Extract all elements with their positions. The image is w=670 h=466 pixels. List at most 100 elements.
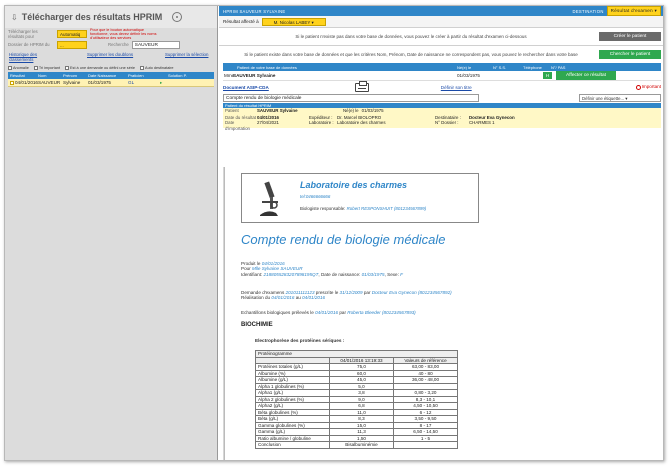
meta-row-patient: Patient SAUVEUR Sylvaine Né(e) le 01/03/… <box>223 108 661 113</box>
col-nss: N° S.S. <box>493 64 507 70</box>
produit-line: Produit le 04/01/2016 Pour Mlle Sylvaine… <box>241 261 403 277</box>
row-value: Bisalbuminémie <box>329 441 394 449</box>
section-title: BIOCHIMIE <box>241 322 273 328</box>
top-bar: HPRIM SAUVEUR SYLVAINE DESTINATION Résul… <box>219 6 663 16</box>
recherche-input[interactable]: SAUVEUR <box>131 40 180 49</box>
meta-dos-value: CHARMES 1 <box>469 120 495 126</box>
patient-naiss: 01/03/1975 <box>457 73 480 78</box>
col-praticien: Praticien <box>128 73 144 78</box>
download-icon: ⇩ <box>11 12 18 22</box>
printer-icon[interactable] <box>354 80 369 92</box>
biologist-name: Robert RESPONSHUIT (801234567899) <box>346 206 427 211</box>
create-row: Si le patient n'existe pas dans votre ba… <box>219 28 663 45</box>
meta-dos-key: N° Dossier : <box>435 120 459 126</box>
dossier-row: Dossier de HPRIM du ... Recherche SAUVEU… <box>5 39 217 50</box>
affecte-select[interactable]: M. Nicolas LABEY ▾ <box>261 17 326 26</box>
lab-biologist: Biologiste responsable: Robert RESPONSHU… <box>300 206 427 211</box>
logo-icon <box>172 12 183 22</box>
left-header: ⇩ Télécharger des résultats HPRIM <box>5 6 217 28</box>
important-toggle[interactable]: Important <box>635 84 661 90</box>
results-table-header: Résultat Nom Prénom Date Naissance Prati… <box>8 72 214 79</box>
meta-lab-value: Laboratoire des charmes <box>337 120 386 126</box>
table-row: Albumine (%) 60,0 40 - 80 <box>255 369 458 377</box>
meta-nele-key: Né(e) le <box>343 108 359 113</box>
check-auto[interactable]: Auto destinataire <box>140 66 174 70</box>
microscope-icon <box>260 181 278 216</box>
h-button[interactable]: H <box>543 72 552 79</box>
dossier-label: Dossier de HPRIM du <box>8 42 50 47</box>
results-table: Protéinogramme 04/01/2016 13:19:33 Valeu… <box>255 350 458 449</box>
right-panel: HPRIM SAUVEUR SYLVAINE DESTINATION Résul… <box>219 6 663 460</box>
table-row: Albumine (g/L) 45,0 36,00 - 48,00 <box>255 376 458 384</box>
meta-row-import: Date d'importation 27/04/2021 Laboratoir… <box>223 120 661 131</box>
define-title-link[interactable]: Définir son titre <box>441 85 472 90</box>
app-window: ⇩ Télécharger des résultats HPRIM Téléch… <box>4 5 664 461</box>
lab-tel[interactable]: tel:0466666666 <box>300 194 330 199</box>
telecharger-row: Télécharger les résultats pour Automatiq… <box>5 27 217 40</box>
left-links: Historique des classements Supprimer les… <box>5 50 217 64</box>
col-naissance: Date Naissance <box>88 73 117 78</box>
search-row: Si le patient existe dans votre base de … <box>219 46 663 63</box>
row-nom: SAUVEUR <box>38 80 61 85</box>
row-prenom: Sylvaine <box>63 80 81 85</box>
table-row: Conclusion Bisalbuminémie <box>255 441 458 449</box>
create-message: Si le patient n'existe pas dans votre ba… <box>295 34 527 39</box>
col-nele: Né(e) le <box>457 64 472 70</box>
document-viewer[interactable]: Laboratoire des charmes tel:0466666666 B… <box>223 167 661 460</box>
doc-title-input[interactable]: Compte rendu de biologie médicale <box>223 94 479 102</box>
check-tri[interactable]: Tri important <box>33 66 60 70</box>
meta-patient-key: Patient <box>225 108 239 113</box>
lab-name: Laboratoire des charmes <box>300 180 408 190</box>
dossier-select[interactable]: ... <box>57 40 87 49</box>
row-naissance: 01/03/1975 <box>88 80 111 85</box>
row-analyte: Conclusion <box>255 441 330 449</box>
hprim-title: HPRIM SAUVEUR SYLVAINE <box>223 8 286 14</box>
row-praticien: GL <box>128 80 135 85</box>
meta-patient-value: SAUVEUR Sylvaine <box>257 108 298 113</box>
affect-row: Résultat affecté à M. Nicolas LABEY ▾ <box>219 16 663 27</box>
check-demande[interactable]: Est à une demande ou défini une série <box>65 66 135 70</box>
table-row: Béta globulines (%) 11,0 6 - 12 <box>255 408 458 416</box>
affect-result-button[interactable]: Affecter ce résultat <box>556 71 616 80</box>
flag-icon: ▸ <box>160 79 163 85</box>
table-row: Protéines totales (g/L) 75,0 63,00 - 83,00 <box>255 363 458 371</box>
table-row: Ratio albumine / globuline 1,50 1 - 5 <box>255 434 458 442</box>
left-panel: ⇩ Télécharger des résultats HPRIM Téléch… <box>5 6 218 460</box>
row-date: 04/01/2016 <box>8 80 38 85</box>
link-doublons[interactable]: Supprimer les doublons <box>87 52 135 62</box>
col-prenom: Prénom <box>63 73 78 78</box>
meta-imp-key: Date d'importation <box>225 120 250 131</box>
patient-table-header: Patient de votre base de données Né(e) l… <box>223 63 661 71</box>
create-patient-button[interactable]: Créer le patient <box>599 32 661 41</box>
affecte-label: Résultat affecté à <box>223 19 259 24</box>
link-selection[interactable]: Supprimer la sélection <box>165 52 213 62</box>
title-row: Compte rendu de biologie médicale Défini… <box>219 93 663 103</box>
check-anomalie[interactable]: Anomalie <box>8 66 29 70</box>
col-patient: Patient de votre base de données <box>237 64 297 70</box>
link-historique[interactable]: Historique des classements <box>9 52 57 62</box>
search-message: Si le patient existe dans votre base de … <box>244 51 578 57</box>
table-row[interactable]: 04/01/2016 SAUVEUR Sylvaine 01/03/1975 G… <box>8 79 214 87</box>
patient-civ: Mme <box>224 73 235 78</box>
meta-imp-value: 27/04/2021 <box>257 120 279 126</box>
warning-text: Pour que le bouton automatique fonctionn… <box>90 27 157 40</box>
doc-row: Document ASIP-CDA Définir son titre Impo… <box>219 80 663 93</box>
telecharger-select[interactable]: Automatiq <box>57 29 87 38</box>
report-page: Laboratoire des charmes tel:0466666666 B… <box>224 167 661 460</box>
meta-lab-key: Laboratoire : <box>309 120 334 126</box>
lab-header-box: Laboratoire des charmes tel:0466666666 B… <box>241 173 479 223</box>
table-row: Gamma globulines (%) 15,0 8 - 17 <box>255 421 458 429</box>
row-reference <box>393 441 458 449</box>
left-title: Télécharger des résultats HPRIM <box>21 12 163 22</box>
search-patient-button[interactable]: Chercher le patient <box>599 50 661 59</box>
recherche-label: Recherche <box>108 42 129 47</box>
doc-asip-link[interactable]: Document ASIP-CDA <box>223 85 269 90</box>
destination: DESTINATION Résultat d'examen ▾ <box>573 6 661 16</box>
echantillons-line: Echantillons biologiques prélevés le 04/… <box>241 310 416 315</box>
col-pas: N°/ PAS <box>551 64 566 70</box>
patient-row: Mme SAUVEUR Sylvaine 01/03/1975 H Affect… <box>223 71 661 81</box>
label-dropdown[interactable]: Définir une étiquette... ▾ <box>579 94 661 102</box>
col-tel: Téléphone <box>523 64 542 70</box>
col-resultat: Résultat <box>10 73 25 78</box>
destination-select[interactable]: Résultat d'examen ▾ <box>606 6 661 16</box>
